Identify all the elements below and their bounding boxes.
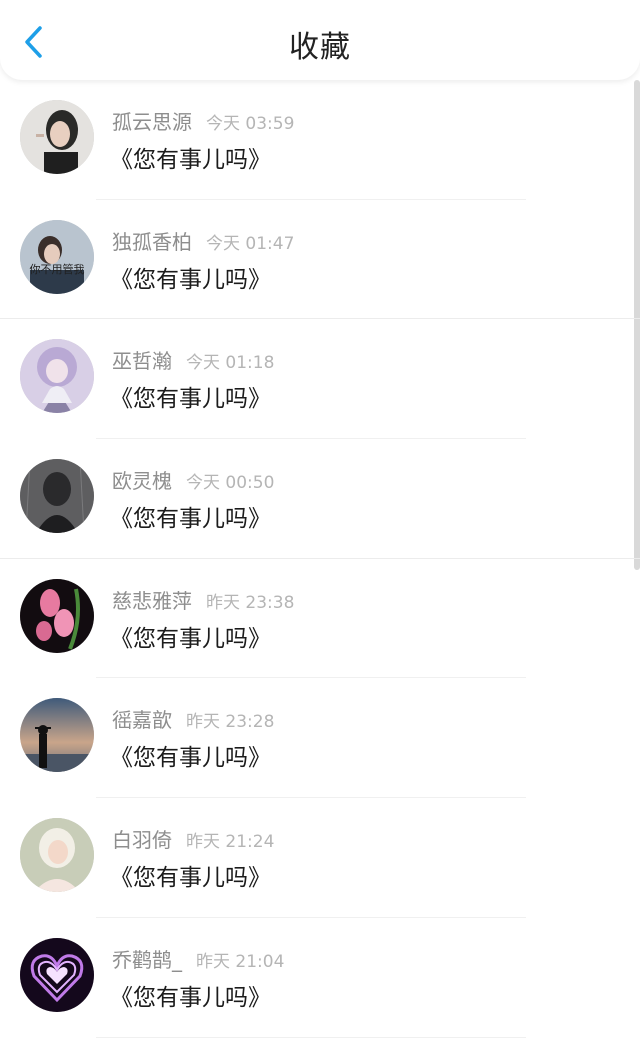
favorites-list: 孤云思源 今天 03:59 《您有事儿吗》 你不用管我 独孤香柏 今天 01:47 … (0, 80, 640, 1038)
avatar-text: 你不用管我 (30, 262, 85, 276)
divider (96, 1036, 526, 1038)
avatar (20, 698, 94, 773)
list-item[interactable]: 欧灵槐 今天 00:50 《您有事儿吗》 (0, 439, 640, 559)
list-item[interactable]: 你不用管我 独孤香柏 今天 01:47 《您有事儿吗》 (0, 200, 640, 320)
sender-name: 孤云思源 (112, 110, 192, 134)
timestamp: 昨天 23:28 (186, 712, 275, 733)
timestamp: 今天 01:47 (206, 233, 295, 254)
avatar (20, 339, 94, 414)
avatar (20, 937, 94, 1012)
list-item[interactable]: 白羽倚 昨天 21:24 《您有事儿吗》 (0, 798, 640, 918)
message-text: 《您有事儿吗》 (110, 984, 271, 1011)
sender-name: 白羽倚 (112, 828, 172, 853)
timestamp: 今天 01:18 (186, 353, 275, 374)
sender-name: 乔鹳鹊_ (112, 947, 182, 972)
avatar: 你不用管我 (20, 219, 94, 294)
message-text: 《您有事儿吗》 (110, 625, 271, 652)
list-item[interactable]: 徭嘉歆 昨天 23:28 《您有事儿吗》 (0, 678, 640, 799)
list-item[interactable]: 慈悲雅萍 昨天 23:38 《您有事儿吗》 (0, 559, 640, 679)
timestamp: 昨天 23:38 (206, 592, 295, 613)
timestamp: 昨天 21:04 (196, 951, 285, 972)
avatar (20, 459, 94, 534)
timestamp: 昨天 21:24 (186, 832, 275, 853)
top-bar: 收藏 (0, 0, 640, 80)
timestamp: 今天 03:59 (206, 114, 295, 134)
sender-name: 欧灵槐 (112, 469, 172, 494)
list-item[interactable]: 孤云思源 今天 03:59 《您有事儿吗》 (0, 80, 640, 200)
message-text: 《您有事儿吗》 (110, 506, 271, 533)
page-title: 收藏 (289, 30, 351, 65)
list-item[interactable]: 乔鹳鹊_ 昨天 21:04 《您有事儿吗》 (0, 918, 640, 1038)
sender-name: 巫哲瀚 (112, 349, 172, 374)
sender-name: 徭嘉歆 (112, 708, 172, 733)
avatar (20, 818, 94, 893)
avatar (20, 100, 94, 174)
avatar (20, 578, 94, 653)
sender-name: 慈悲雅萍 (112, 588, 192, 613)
message-text: 《您有事儿吗》 (110, 147, 271, 173)
sender-name: 独孤香柏 (112, 229, 192, 254)
list-item[interactable]: 巫哲瀚 今天 01:18 《您有事儿吗》 (0, 319, 640, 440)
message-text: 《您有事儿吗》 (110, 266, 271, 293)
timestamp: 今天 00:50 (186, 473, 275, 494)
message-text: 《您有事儿吗》 (110, 865, 271, 892)
message-text: 《您有事儿吗》 (110, 386, 271, 413)
message-text: 《您有事儿吗》 (110, 745, 271, 772)
